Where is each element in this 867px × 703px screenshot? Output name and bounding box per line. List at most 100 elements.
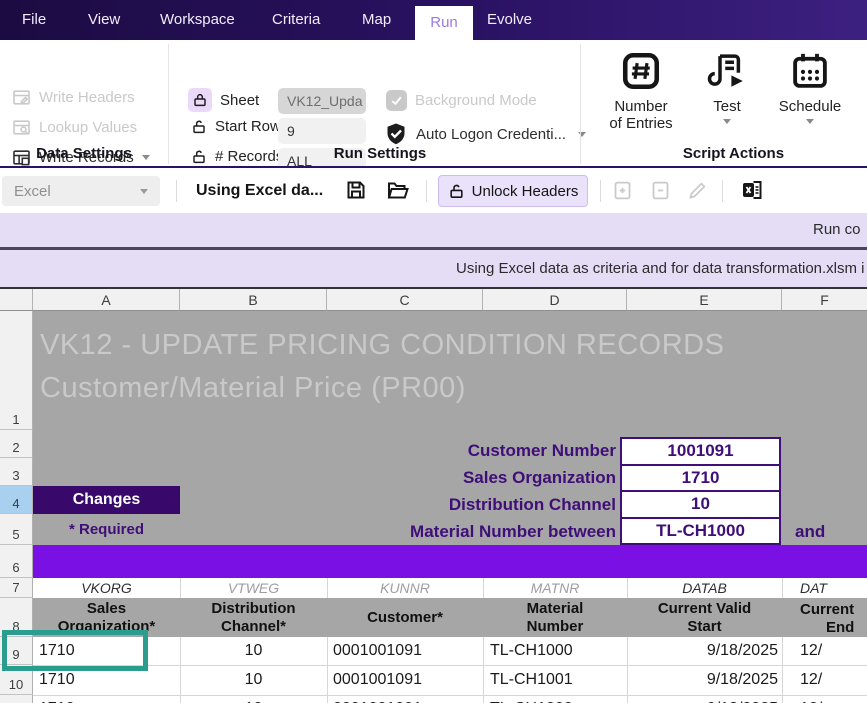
header-distribution-channel[interactable]: Distribution Channel* bbox=[180, 598, 327, 637]
remove-document-icon bbox=[650, 180, 671, 201]
distribution-channel-cell[interactable]: 10 bbox=[622, 492, 779, 519]
ribbon: Write Headers Lookup Values Write Record… bbox=[0, 40, 867, 174]
test-button[interactable]: Test bbox=[695, 50, 759, 124]
tab-file[interactable]: File bbox=[22, 0, 46, 40]
test-script-icon bbox=[706, 50, 748, 92]
cell-b11[interactable]: 10 bbox=[180, 695, 327, 703]
column-header-e[interactable]: E bbox=[627, 289, 782, 311]
form-label-sales-organization: Sales Organization bbox=[462, 468, 616, 487]
cell-d9[interactable]: TL-CH1000 bbox=[490, 637, 625, 665]
lock-open-icon[interactable] bbox=[191, 119, 207, 135]
unlock-headers-button[interactable]: Unlock Headers bbox=[438, 175, 588, 207]
add-document-icon bbox=[612, 180, 633, 201]
tab-run-active[interactable]: Run bbox=[415, 6, 473, 40]
cell-c10[interactable]: 0001001091 bbox=[333, 665, 481, 695]
column-header-a[interactable]: A bbox=[33, 289, 180, 311]
sheet-title: VK12 - UPDATE PRICING CONDITION RECORDS … bbox=[40, 324, 860, 410]
shield-check-icon bbox=[384, 122, 408, 146]
column-header-b[interactable]: B bbox=[180, 289, 327, 311]
header-customer[interactable]: Customer* bbox=[327, 598, 483, 637]
row-header-7[interactable]: 7 bbox=[0, 578, 33, 598]
cell-d10[interactable]: TL-CH1001 bbox=[490, 665, 625, 695]
cell-f9[interactable]: 12/ bbox=[800, 637, 867, 665]
table-edit-icon bbox=[12, 88, 31, 107]
cell-c9[interactable]: 0001001091 bbox=[333, 637, 481, 665]
changes-badge: Changes bbox=[33, 486, 180, 514]
test-label: Test bbox=[713, 98, 741, 115]
ribbon-separator bbox=[168, 44, 169, 164]
excel-workbook-icon[interactable] bbox=[740, 178, 765, 202]
field-code-datab[interactable]: DATAB bbox=[627, 578, 782, 598]
background-mode-checkbox: Background Mode bbox=[386, 90, 537, 111]
sheet-input[interactable]: VK12_Upda bbox=[278, 88, 366, 114]
save-icon[interactable] bbox=[344, 178, 368, 202]
field-code-matnr[interactable]: MATNR bbox=[483, 578, 627, 598]
workbook-name: Using Excel da... bbox=[196, 182, 324, 199]
toolbar-separator bbox=[176, 180, 177, 202]
chevron-down-icon bbox=[140, 188, 148, 194]
data-source-select[interactable]: Excel bbox=[2, 176, 160, 206]
row-header-5[interactable]: 5 bbox=[0, 514, 33, 545]
app-window: File View Workspace Criteria Map Run Evo… bbox=[0, 0, 867, 703]
number-of-entries-label: Number of Entries bbox=[609, 98, 673, 132]
field-code-kunnr[interactable]: KUNNR bbox=[327, 578, 483, 598]
group-title-run-settings: Run Settings bbox=[333, 145, 427, 162]
sales-organization-cell[interactable]: 1710 bbox=[622, 466, 779, 492]
cell-e9[interactable]: 9/18/2025 bbox=[627, 637, 778, 665]
header-current-valid-end-line2: End bbox=[826, 619, 855, 636]
header-current-valid-end[interactable]: Current bbox=[800, 601, 854, 618]
tab-criteria[interactable]: Criteria bbox=[272, 0, 320, 40]
schedule-button[interactable]: Schedule bbox=[770, 50, 850, 124]
customer-number-cell[interactable]: 1001091 bbox=[622, 439, 779, 466]
menu-bar: File View Workspace Criteria Map Run Evo… bbox=[0, 0, 867, 40]
edit-pencil-icon bbox=[687, 180, 708, 201]
cell-d11[interactable]: TL-CH1002 bbox=[490, 695, 625, 703]
field-code-datbi[interactable]: DAT bbox=[800, 578, 860, 598]
tab-view[interactable]: View bbox=[88, 0, 120, 40]
row-header-6[interactable]: 6 bbox=[0, 545, 33, 578]
cell-e11[interactable]: 9/18/2025 bbox=[627, 695, 778, 703]
column-header-c[interactable]: C bbox=[327, 289, 483, 311]
and-label: and bbox=[795, 522, 826, 541]
row-header-1[interactable]: 1 bbox=[0, 311, 33, 430]
ribbon-separator bbox=[580, 44, 581, 164]
column-header-f[interactable]: F bbox=[782, 289, 867, 311]
open-folder-icon[interactable] bbox=[385, 178, 410, 202]
number-of-entries-button[interactable]: Number of Entries bbox=[598, 50, 684, 132]
cell-e10[interactable]: 9/18/2025 bbox=[627, 665, 778, 695]
cell-f11[interactable]: 12/ bbox=[800, 695, 867, 703]
row-header-11[interactable]: 11 bbox=[0, 695, 33, 703]
chevron-down-icon bbox=[723, 119, 731, 124]
header-material-number[interactable]: Material Number bbox=[483, 598, 627, 637]
row-header-2[interactable]: 2 bbox=[0, 430, 33, 458]
material-number-cell[interactable]: TL-CH1000 bbox=[622, 519, 779, 544]
sheet-title-line1: VK12 - UPDATE PRICING CONDITION RECORDS bbox=[40, 329, 725, 361]
header-current-valid-start[interactable]: Current Valid Start bbox=[627, 598, 782, 637]
toolbar-separator bbox=[426, 180, 427, 202]
auto-logon-toggle[interactable]: Auto Logon Credenti... bbox=[384, 122, 587, 146]
field-code-vkorg[interactable]: VKORG bbox=[33, 578, 180, 598]
toolbar-separator bbox=[722, 180, 723, 202]
toolbar-separator bbox=[600, 180, 601, 202]
cell-b10[interactable]: 10 bbox=[180, 665, 327, 695]
lock-closed-icon[interactable] bbox=[188, 88, 212, 112]
select-all-corner[interactable] bbox=[0, 289, 33, 311]
cell-a11[interactable]: 1710 bbox=[39, 695, 179, 703]
run-status-text: Run co bbox=[813, 221, 861, 238]
unlock-headers-label: Unlock Headers bbox=[471, 182, 579, 200]
row-header-4[interactable]: 4 bbox=[0, 486, 33, 514]
tab-evolve[interactable]: Evolve bbox=[487, 0, 532, 40]
field-code-vtweg[interactable]: VTWEG bbox=[180, 578, 327, 598]
cell-b9[interactable]: 10 bbox=[180, 637, 327, 665]
background-mode-label: Background Mode bbox=[415, 92, 537, 109]
cell-c11[interactable]: 0001001091 bbox=[333, 695, 481, 703]
row-header-3[interactable]: 3 bbox=[0, 458, 33, 486]
cell-f10[interactable]: 12/ bbox=[800, 665, 867, 695]
column-header-d[interactable]: D bbox=[483, 289, 627, 311]
start-row-input[interactable]: 9 bbox=[278, 118, 366, 144]
tab-map[interactable]: Map bbox=[362, 0, 391, 40]
tab-workspace[interactable]: Workspace bbox=[160, 0, 235, 40]
group-title-data-settings: Data Settings bbox=[36, 145, 132, 162]
workbook-title-bar: Using Excel data as criteria and for dat… bbox=[0, 250, 867, 287]
start-row-field-row: Start Row bbox=[191, 118, 281, 135]
